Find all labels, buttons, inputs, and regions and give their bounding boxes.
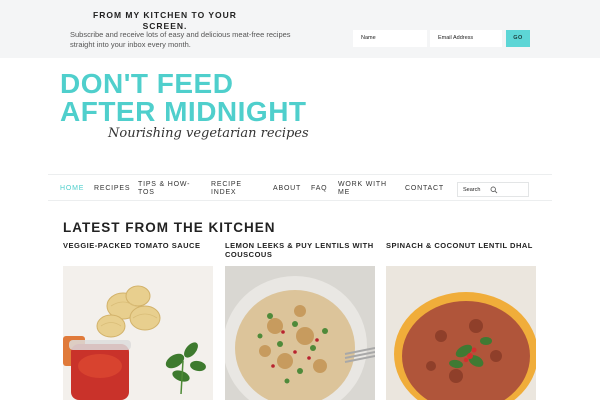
site-logo[interactable]: DON'T FEED AFTER MIDNIGHT Nourishing veg… xyxy=(60,70,330,150)
logo-line-1: DON'T FEED xyxy=(60,68,234,99)
search-input[interactable]: Search xyxy=(457,182,529,197)
email-field[interactable]: Email Address xyxy=(430,30,502,47)
nav-item-work-with-me[interactable]: WORK WITH ME xyxy=(338,181,388,197)
section-heading: LATEST FROM THE KITCHEN xyxy=(63,220,276,235)
search-icon[interactable] xyxy=(490,186,498,194)
nav-item-recipe-index[interactable]: RECIPE INDEX xyxy=(211,181,251,197)
nav-item-faq[interactable]: FAQ xyxy=(311,185,327,193)
nav-item-home[interactable]: HOME xyxy=(60,185,84,193)
post-image-lentil-dhal[interactable] xyxy=(386,266,536,400)
nav-item-recipes[interactable]: RECIPES xyxy=(94,185,130,193)
newsletter-description: Subscribe and receive lots of easy and d… xyxy=(70,30,291,49)
post-title-2[interactable]: LEMON LEEKS & PUY LENTILS WITH COUSCOUS xyxy=(225,241,375,259)
newsletter-title: FROM MY KITCHEN TO YOUR SCREEN. xyxy=(93,10,237,31)
post-image-lentils-couscous[interactable] xyxy=(225,266,375,400)
post-title-3[interactable]: SPINACH & COCONUT LENTIL DHAL xyxy=(386,241,536,250)
logo-line-2: AFTER MIDNIGHT xyxy=(60,96,307,127)
post-title-1[interactable]: VEGGIE-PACKED TOMATO SAUCE xyxy=(63,241,213,250)
name-field[interactable]: Name xyxy=(353,30,427,47)
main-nav: HOME RECIPES TIPS & HOW-TOS RECIPE INDEX… xyxy=(48,174,552,201)
search-label: Search xyxy=(463,187,481,193)
nav-item-contact[interactable]: CONTACT xyxy=(405,185,444,193)
nav-item-tips[interactable]: TIPS & HOW-TOS xyxy=(138,181,194,197)
logo-tagline: Nourishing vegetarian recipes xyxy=(108,126,309,141)
subscribe-go-button[interactable]: GO xyxy=(506,30,530,47)
post-image-tomato-sauce[interactable] xyxy=(63,266,213,400)
newsletter-bar: FROM MY KITCHEN TO YOUR SCREEN. Subscrib… xyxy=(0,0,600,58)
nav-item-about[interactable]: ABOUT xyxy=(273,185,301,193)
